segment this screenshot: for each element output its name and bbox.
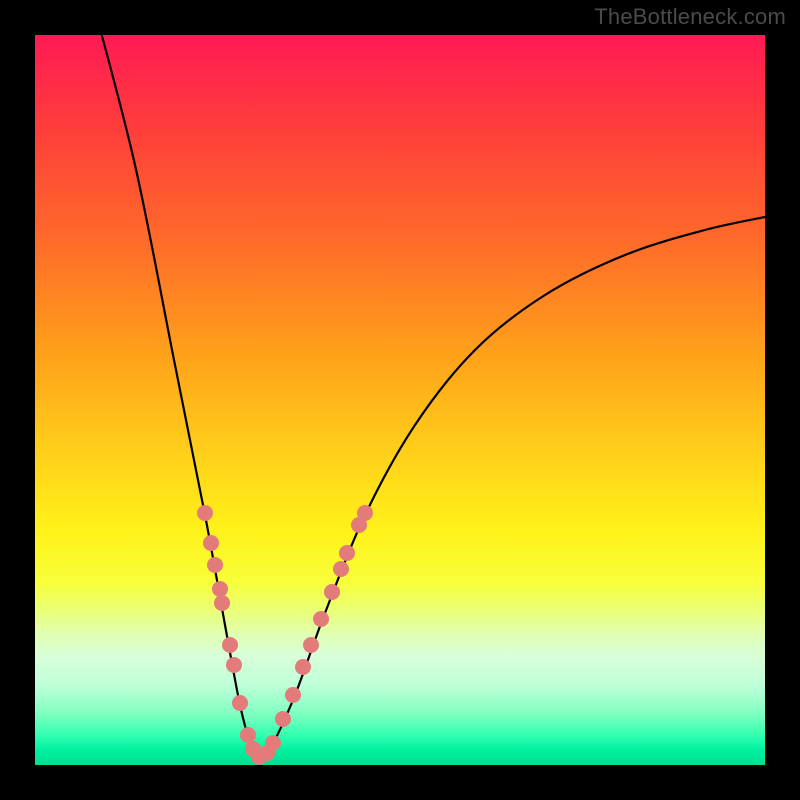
- data-marker: [265, 735, 281, 751]
- data-marker: [313, 611, 329, 627]
- data-marker: [324, 584, 340, 600]
- data-marker: [333, 561, 349, 577]
- data-marker: [285, 687, 301, 703]
- data-marker: [214, 595, 230, 611]
- bottleneck-curve: [91, 35, 765, 760]
- curve-layer: [35, 35, 765, 765]
- data-marker: [275, 711, 291, 727]
- data-marker: [357, 505, 373, 521]
- data-marker: [207, 557, 223, 573]
- watermark-text: TheBottleneck.com: [594, 4, 786, 30]
- data-marker: [240, 727, 256, 743]
- data-marker: [295, 659, 311, 675]
- data-marker: [232, 695, 248, 711]
- data-marker: [303, 637, 319, 653]
- data-marker: [212, 581, 228, 597]
- marker-group: [197, 505, 373, 765]
- data-marker: [222, 637, 238, 653]
- data-marker: [226, 657, 242, 673]
- chart-container: TheBottleneck.com: [0, 0, 800, 800]
- data-marker: [197, 505, 213, 521]
- plot-area: [35, 35, 765, 765]
- data-marker: [339, 545, 355, 561]
- data-marker: [203, 535, 219, 551]
